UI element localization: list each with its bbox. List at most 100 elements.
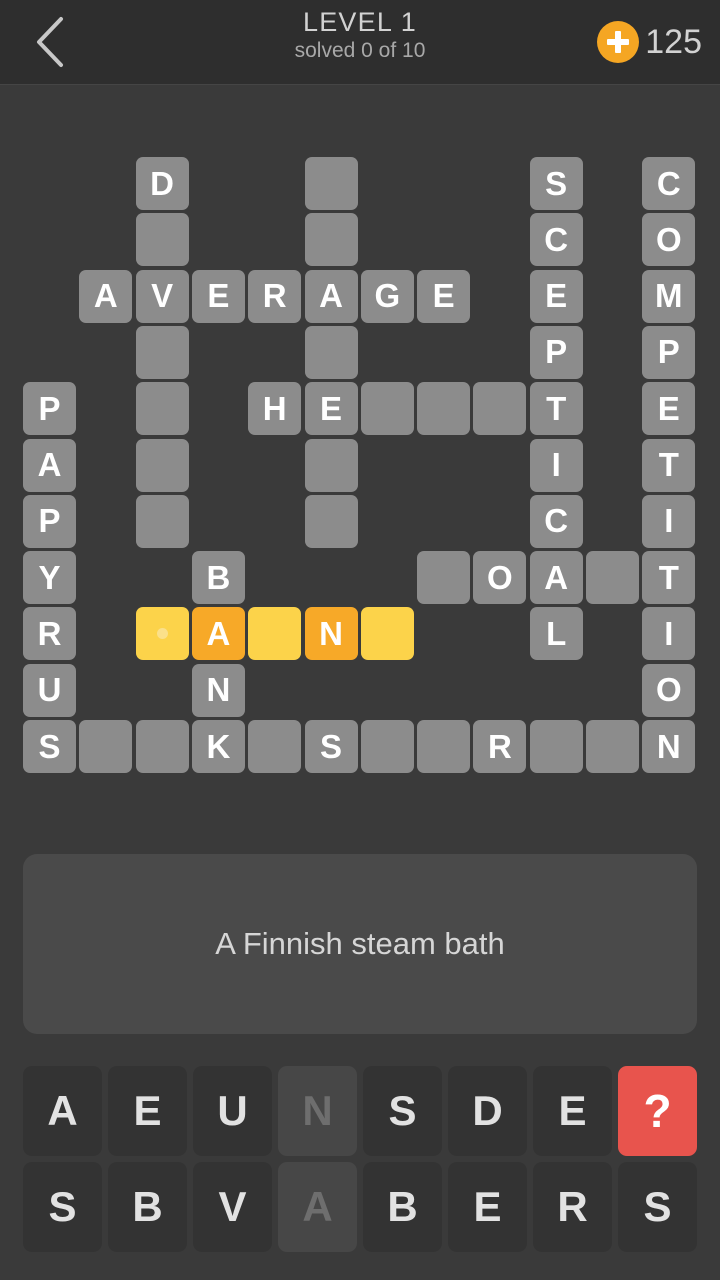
grid-cell-blank[interactable] <box>417 382 471 436</box>
grid-cell-letter[interactable]: R <box>473 720 527 773</box>
crossword-grid[interactable]: DSCCOAVERAGEEMPPPHETEAITPCIYBOATRANLIUNO… <box>0 84 720 784</box>
grid-cell-blank[interactable] <box>135 325 189 379</box>
grid-cell-letter[interactable]: U <box>23 663 76 717</box>
grid-cell-letter[interactable]: G <box>360 269 414 323</box>
grid-cell-letter[interactable]: N <box>191 663 245 717</box>
back-button[interactable] <box>10 4 90 80</box>
clue-panel: A Finnish steam bath <box>23 854 697 1034</box>
grid-cell-letter[interactable]: C <box>529 213 583 267</box>
grid-cell-letter[interactable]: K <box>191 720 245 773</box>
solved-progress-text: solved 0 of 10 <box>294 39 426 62</box>
grid-cell-blank[interactable] <box>304 213 358 267</box>
grid-cell-blank[interactable] <box>304 157 358 210</box>
key-b[interactable]: B <box>108 1162 187 1252</box>
grid-cell-letter[interactable]: O <box>473 551 527 605</box>
grid-cell-blank[interactable] <box>360 382 414 436</box>
grid-cell-letter[interactable]: I <box>529 438 583 492</box>
grid-cell-letter[interactable]: E <box>191 269 245 323</box>
grid-cell-blank[interactable] <box>586 720 639 773</box>
grid-cell-blank[interactable] <box>135 494 189 548</box>
grid-cell-blank[interactable] <box>360 720 414 773</box>
keyboard-row: SBVABERS <box>23 1162 697 1252</box>
grid-cell-blank[interactable] <box>135 438 189 492</box>
grid-cell-letter[interactable]: R <box>23 607 76 661</box>
grid-cell-blank[interactable] <box>135 720 189 773</box>
grid-cell-letter[interactable]: C <box>529 494 583 548</box>
grid-cell-letter[interactable]: S <box>529 157 583 210</box>
hint-key[interactable]: ? <box>618 1066 697 1156</box>
grid-cell-letter[interactable]: P <box>23 494 76 548</box>
grid-cell-letter[interactable]: N <box>304 607 358 661</box>
key-a[interactable]: A <box>23 1066 102 1156</box>
grid-cell-letter[interactable]: T <box>642 551 696 605</box>
grid-cell-letter[interactable]: C <box>642 157 696 210</box>
grid-cell-letter[interactable]: P <box>23 382 76 436</box>
coin-area[interactable]: 125 <box>597 14 702 70</box>
key-e[interactable]: E <box>108 1066 187 1156</box>
key-n[interactable]: N <box>278 1066 357 1156</box>
grid-cell-letter[interactable]: O <box>642 663 696 717</box>
key-v[interactable]: V <box>193 1162 272 1252</box>
grid-cell-letter[interactable]: I <box>642 607 696 661</box>
key-e[interactable]: E <box>533 1066 612 1156</box>
grid-cell-blank[interactable] <box>135 607 189 661</box>
grid-cell-letter[interactable]: T <box>529 382 583 436</box>
grid-cell-letter[interactable]: N <box>642 720 696 773</box>
cursor-dot-icon <box>156 628 168 640</box>
chevron-left-icon <box>33 15 67 69</box>
grid-cell-letter[interactable]: D <box>135 157 189 210</box>
title-block: LEVEL 1 solved 0 of 10 <box>180 6 540 64</box>
key-r[interactable]: R <box>533 1162 612 1252</box>
grid-cell-blank[interactable] <box>304 325 358 379</box>
grid-cell-blank[interactable] <box>586 551 639 605</box>
plus-icon-vertical <box>615 31 622 53</box>
grid-cell-letter[interactable]: P <box>642 325 696 379</box>
grid-cell-letter[interactable]: I <box>642 494 696 548</box>
key-s[interactable]: S <box>23 1162 102 1252</box>
grid-cell-letter[interactable]: Y <box>23 551 76 605</box>
grid-cell-letter[interactable]: P <box>529 325 583 379</box>
grid-cell-blank[interactable] <box>248 607 302 661</box>
key-a[interactable]: A <box>278 1162 357 1252</box>
grid-cell-letter[interactable]: S <box>23 720 76 773</box>
grid-cell-blank[interactable] <box>360 607 414 661</box>
key-s[interactable]: S <box>363 1066 442 1156</box>
grid-cell-letter[interactable]: E <box>304 382 358 436</box>
grid-cell-letter[interactable]: R <box>248 269 302 323</box>
grid-cell-blank[interactable] <box>135 382 189 436</box>
grid-cell-letter[interactable]: S <box>304 720 358 773</box>
key-b[interactable]: B <box>363 1162 442 1252</box>
grid-cell-letter[interactable]: A <box>79 269 133 323</box>
grid-cell-letter[interactable]: A <box>191 607 245 661</box>
grid-cell-blank[interactable] <box>79 720 133 773</box>
key-e[interactable]: E <box>448 1162 527 1252</box>
grid-cell-blank[interactable] <box>304 438 358 492</box>
grid-cell-letter[interactable]: E <box>642 382 696 436</box>
grid-cell-letter[interactable]: A <box>23 438 76 492</box>
grid-cell-letter[interactable]: V <box>135 269 189 323</box>
grid-cell-letter[interactable]: A <box>304 269 358 323</box>
grid-cell-blank[interactable] <box>473 382 527 436</box>
grid-cell-letter[interactable]: B <box>191 551 245 605</box>
grid-cell-letter[interactable]: H <box>248 382 302 436</box>
grid-cell-letter[interactable]: L <box>529 607 583 661</box>
grid-cell-letter[interactable]: E <box>529 269 583 323</box>
grid-cell-blank[interactable] <box>304 494 358 548</box>
grid-cell-letter[interactable]: M <box>642 269 696 323</box>
coin-count: 125 <box>645 23 702 61</box>
grid-cell-blank[interactable] <box>417 551 471 605</box>
grid-cell-letter[interactable]: E <box>417 269 471 323</box>
grid-cell-blank[interactable] <box>529 720 583 773</box>
grid-cell-letter[interactable]: O <box>642 213 696 267</box>
key-d[interactable]: D <box>448 1066 527 1156</box>
grid-cell-blank[interactable] <box>248 720 302 773</box>
key-s[interactable]: S <box>618 1162 697 1252</box>
app-header: LEVEL 1 solved 0 of 10 125 <box>0 0 720 85</box>
key-u[interactable]: U <box>193 1066 272 1156</box>
grid-cell-letter[interactable]: T <box>642 438 696 492</box>
letter-keyboard[interactable]: A E U N S D E? S B V A B E R S <box>23 1066 697 1258</box>
grid-cell-blank[interactable] <box>417 720 471 773</box>
grid-cell-blank[interactable] <box>135 213 189 267</box>
plus-coin-icon[interactable] <box>597 21 640 63</box>
grid-cell-letter[interactable]: A <box>529 551 583 605</box>
